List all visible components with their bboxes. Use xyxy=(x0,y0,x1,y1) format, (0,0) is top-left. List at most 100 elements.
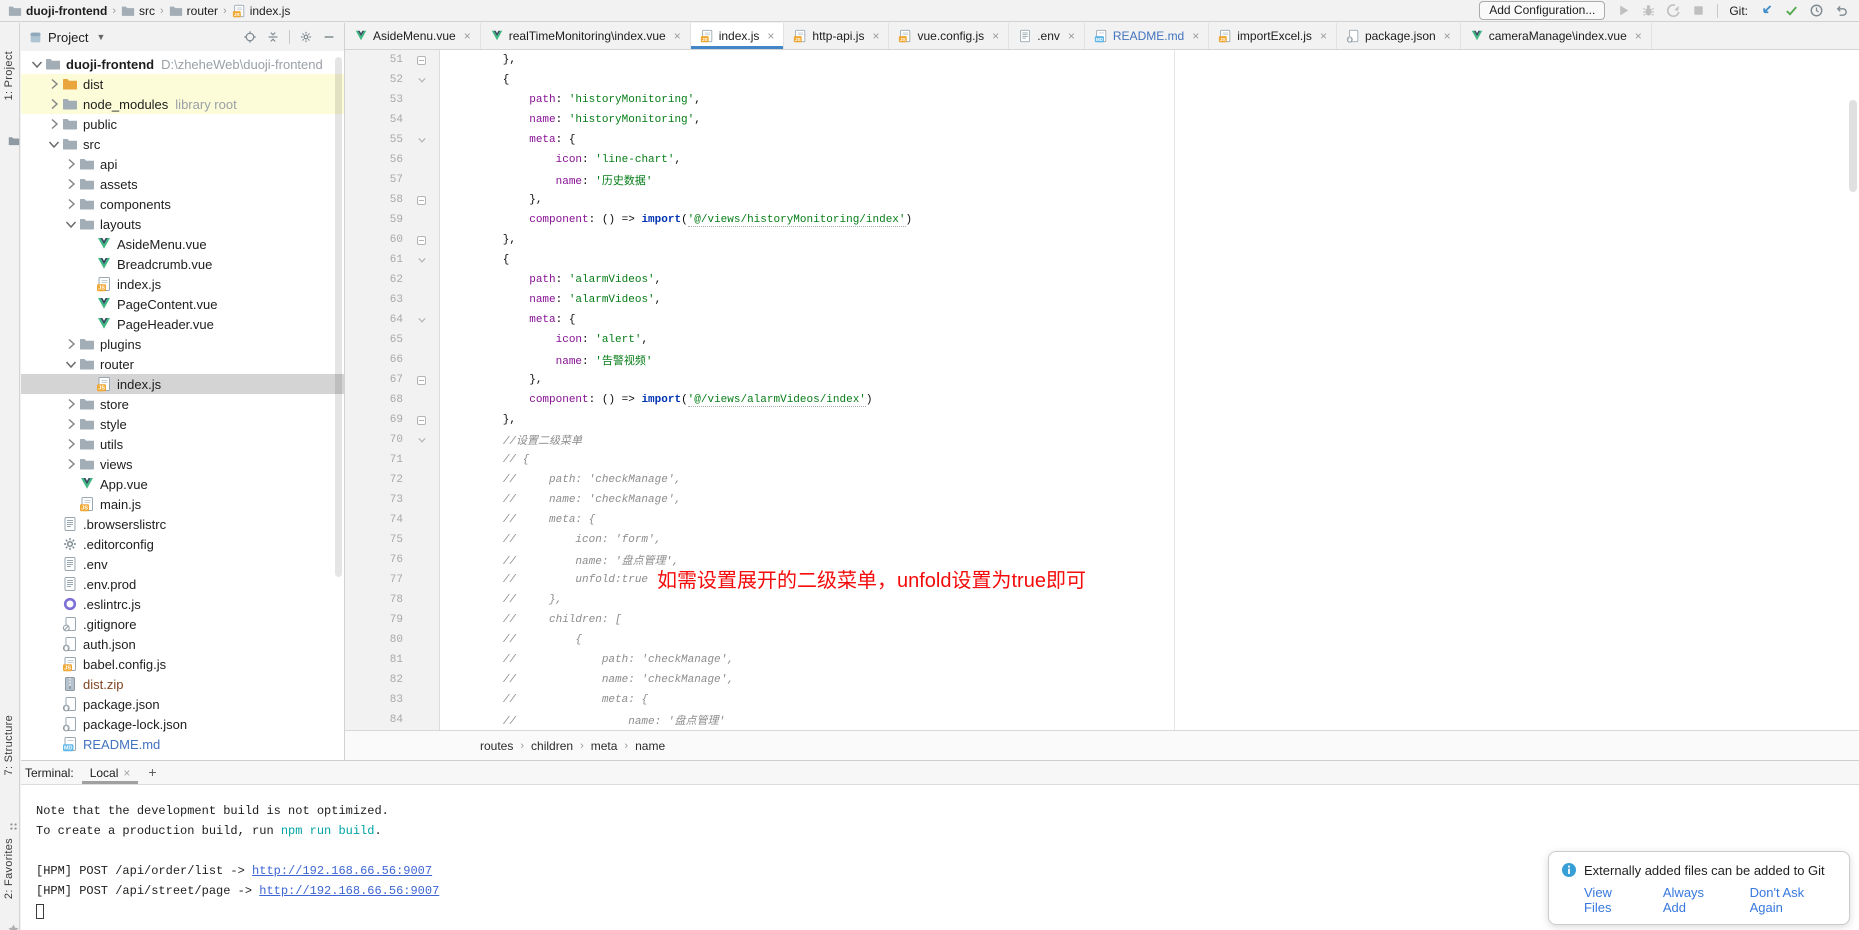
editor-tab[interactable]: realTimeMonitoring\index.vue× xyxy=(481,23,691,49)
chevron-collapsed-icon[interactable] xyxy=(63,176,79,192)
tree-item[interactable]: duoji-frontendD:\zheheWeb\duoji-frontend xyxy=(21,54,344,74)
tree-item[interactable]: JSindex.js xyxy=(21,374,344,394)
fold-marker-icon[interactable] xyxy=(417,236,426,245)
editor-tab[interactable]: AsideMenu.vue× xyxy=(345,23,481,49)
chevron-collapsed-icon[interactable] xyxy=(63,156,79,172)
chevron-collapsed-icon[interactable] xyxy=(46,116,62,132)
tool-window-button-structure[interactable]: 7: Structure xyxy=(3,715,15,775)
tree-item[interactable]: utils xyxy=(21,434,344,454)
tree-item[interactable]: api xyxy=(21,154,344,174)
star-icon[interactable] xyxy=(7,923,20,930)
fold-expanded-icon[interactable] xyxy=(417,75,427,85)
tree-item[interactable]: .gitignore xyxy=(21,614,344,634)
close-icon[interactable]: × xyxy=(1635,29,1642,43)
fold-marker-icon[interactable] xyxy=(417,196,426,205)
tree-item[interactable]: JSmain.js xyxy=(21,494,344,514)
fold-expanded-icon[interactable] xyxy=(417,135,427,145)
tree-item[interactable]: {}auth.json xyxy=(21,634,344,654)
collapse-all-icon[interactable] xyxy=(266,30,280,44)
minimize-icon[interactable] xyxy=(322,30,336,44)
close-icon[interactable]: × xyxy=(674,29,681,43)
breadcrumb-item[interactable]: JSindex.js xyxy=(232,4,291,18)
tree-scrollbar[interactable] xyxy=(335,57,342,577)
tree-item[interactable]: {}package-lock.json xyxy=(21,714,344,734)
editor-tab[interactable]: JShttp-api.js× xyxy=(784,23,889,49)
close-icon[interactable]: × xyxy=(992,29,999,43)
close-icon[interactable]: × xyxy=(1192,29,1199,43)
editor-tab[interactable]: MDREADME.md× xyxy=(1085,23,1209,49)
settings-icon[interactable] xyxy=(299,30,313,44)
fold-expanded-icon[interactable] xyxy=(417,315,427,325)
new-terminal-button[interactable]: + xyxy=(138,764,166,784)
project-tab-icon[interactable] xyxy=(8,135,20,147)
fold-marker-icon[interactable] xyxy=(417,376,426,385)
chevron-collapsed-icon[interactable] xyxy=(46,76,62,92)
breadcrumb-item[interactable]: duoji-frontend xyxy=(8,4,107,18)
chevron-collapsed-icon[interactable] xyxy=(63,456,79,472)
clock-icon[interactable] xyxy=(1809,3,1824,18)
code-breadcrumb-item[interactable]: children xyxy=(531,739,573,753)
editor-scrollbar[interactable] xyxy=(1849,100,1857,192)
chevron-expanded-icon[interactable] xyxy=(63,356,79,372)
tree-item[interactable]: components xyxy=(21,194,344,214)
tree-item[interactable]: .env xyxy=(21,554,344,574)
tree-item[interactable]: src xyxy=(21,134,344,154)
close-icon[interactable]: × xyxy=(1320,29,1327,43)
project-panel-title[interactable]: Project xyxy=(48,30,88,45)
tree-item[interactable]: dist xyxy=(21,74,344,94)
chevron-expanded-icon[interactable] xyxy=(63,216,79,232)
editor-tab[interactable]: {}package.json× xyxy=(1337,23,1461,49)
tree-item[interactable]: Breadcrumb.vue xyxy=(21,254,344,274)
tree-item[interactable]: .env.prod xyxy=(21,574,344,594)
code-breadcrumb-item[interactable]: name xyxy=(635,739,665,753)
chevron-down-icon[interactable]: ▼ xyxy=(96,32,105,42)
stop-icon[interactable] xyxy=(1691,3,1706,18)
fold-marker-icon[interactable] xyxy=(417,416,426,425)
editor-tab[interactable]: cameraManage\index.vue× xyxy=(1461,23,1652,49)
tree-item[interactable]: JSbabel.config.js xyxy=(21,654,344,674)
tool-window-button-project[interactable]: 1: Project xyxy=(3,51,15,100)
tree-item[interactable]: node_moduleslibrary root xyxy=(21,94,344,114)
tree-item[interactable]: PageContent.vue xyxy=(21,294,344,314)
locate-icon[interactable] xyxy=(243,30,257,44)
tool-window-button-favorites[interactable]: 2: Favorites xyxy=(3,838,15,899)
editor-tab[interactable]: JSimportExcel.js× xyxy=(1209,23,1337,49)
close-icon[interactable]: × xyxy=(767,29,774,43)
add-configuration-button[interactable]: Add Configuration... xyxy=(1479,1,1605,20)
close-icon[interactable]: × xyxy=(1068,29,1075,43)
editor-tab[interactable]: .env× xyxy=(1009,23,1085,49)
terminal-link[interactable]: http://192.168.66.56:9007 xyxy=(259,884,439,898)
code-editor[interactable]: 51 },52 {53 path: 'historyMonitoring',54… xyxy=(345,50,1859,730)
breadcrumb-item[interactable]: src xyxy=(121,4,155,18)
notification-action-link[interactable]: View Files xyxy=(1584,885,1641,915)
editor-tab[interactable]: JSindex.js× xyxy=(691,23,785,49)
tree-item[interactable]: MDREADME.md xyxy=(21,734,344,754)
dots-icon[interactable] xyxy=(8,821,19,832)
tree-item[interactable]: style xyxy=(21,414,344,434)
chevron-expanded-icon[interactable] xyxy=(29,56,45,72)
terminal-link[interactable]: http://192.168.66.56:9007 xyxy=(252,864,432,878)
tree-item[interactable]: assets xyxy=(21,174,344,194)
tree-item[interactable]: layouts xyxy=(21,214,344,234)
fold-expanded-icon[interactable] xyxy=(417,255,427,265)
play-icon[interactable] xyxy=(1616,3,1631,18)
notification-action-link[interactable]: Always Add xyxy=(1663,885,1728,915)
tree-item[interactable]: .browserslistrc xyxy=(21,514,344,534)
bug-icon[interactable] xyxy=(1641,3,1656,18)
tree-item[interactable]: JSindex.js xyxy=(21,274,344,294)
tree-item[interactable]: public xyxy=(21,114,344,134)
tree-item[interactable]: plugins xyxy=(21,334,344,354)
close-icon[interactable]: × xyxy=(464,29,471,43)
tree-item[interactable]: {}package.json xyxy=(21,694,344,714)
tree-item[interactable]: AsideMenu.vue xyxy=(21,234,344,254)
code-breadcrumb-item[interactable]: meta xyxy=(591,739,618,753)
chevron-collapsed-icon[interactable] xyxy=(63,196,79,212)
chevron-collapsed-icon[interactable] xyxy=(63,336,79,352)
git-update-icon[interactable] xyxy=(1759,3,1774,18)
tree-item[interactable]: views xyxy=(21,454,344,474)
close-icon[interactable]: × xyxy=(872,29,879,43)
tree-item[interactable]: App.vue xyxy=(21,474,344,494)
editor-tab[interactable]: JSvue.config.js× xyxy=(889,23,1009,49)
notification-action-link[interactable]: Don't Ask Again xyxy=(1750,885,1837,915)
tree-item[interactable]: router xyxy=(21,354,344,374)
